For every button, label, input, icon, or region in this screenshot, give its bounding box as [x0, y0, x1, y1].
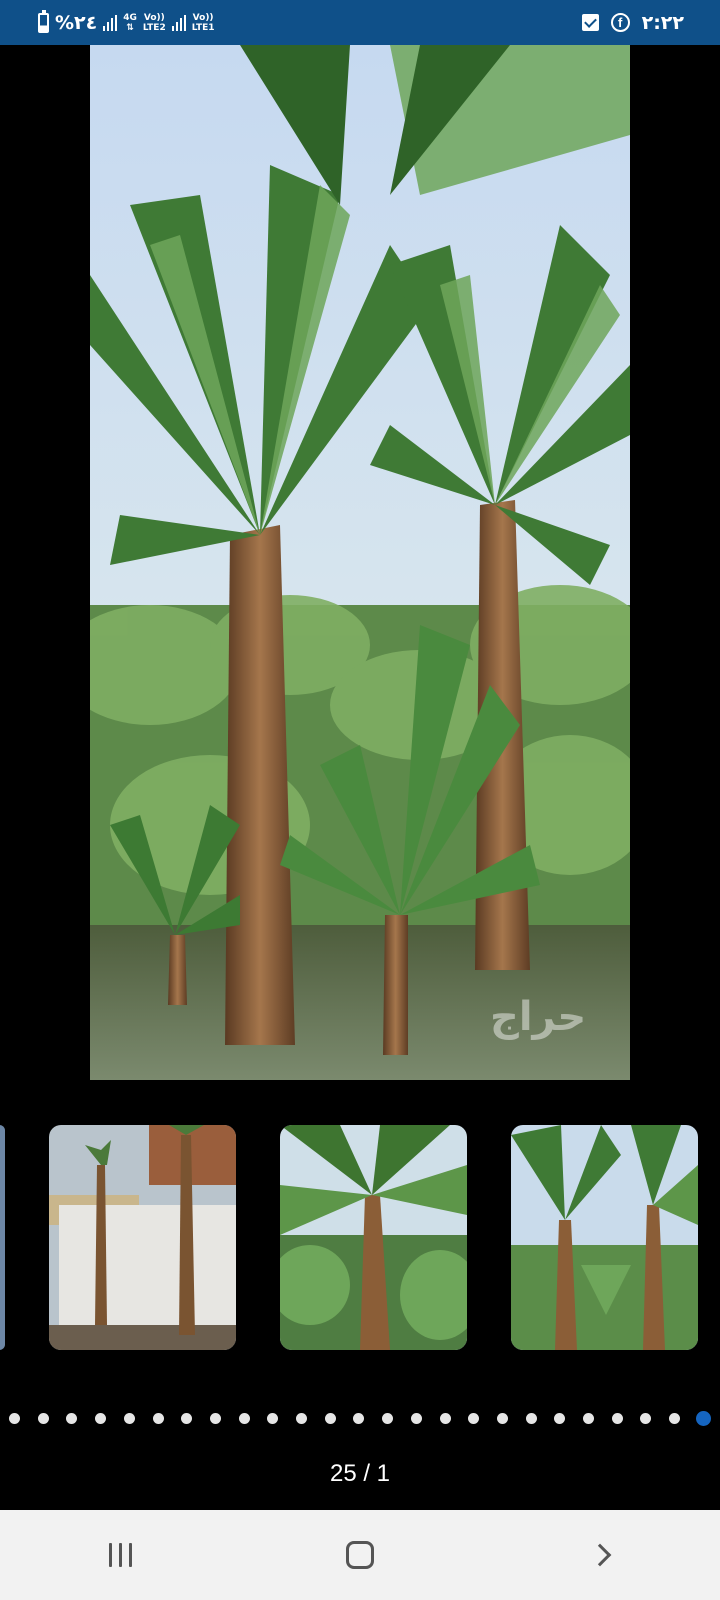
pagination-dot[interactable]	[152, 1413, 164, 1424]
palm-trees-fan-thumb	[511, 1125, 698, 1350]
palm-trees-building-thumb	[49, 1125, 236, 1350]
checkbox-notification-icon	[581, 14, 599, 31]
pagination-dot-active[interactable]	[695, 1411, 711, 1426]
battery-icon	[38, 9, 49, 33]
home-button[interactable]	[320, 1525, 400, 1585]
pagination-dot[interactable]	[296, 1413, 307, 1424]
network-4g-label: 4G ⇅	[123, 12, 137, 33]
signal-icon	[103, 14, 118, 31]
status-bar: %٢٤ 4G ⇅ Vo)) LTE2 Vo)) LTE1 f ٢:٢٢	[0, 0, 720, 45]
palm-trees-grove-thumb	[280, 1125, 467, 1350]
home-icon	[346, 1541, 374, 1569]
status-left: %٢٤ 4G ⇅ Vo)) LTE2 Vo)) LTE1	[38, 9, 215, 34]
recents-button[interactable]	[80, 1525, 160, 1585]
thumbnail-strip	[0, 1125, 720, 1350]
network-lte1-label: Vo)) LTE1	[191, 12, 215, 33]
facebook-icon: f	[610, 13, 630, 32]
battery-percent: %٢٤	[55, 11, 98, 34]
back-button[interactable]	[560, 1525, 640, 1585]
recents-icon	[108, 1543, 132, 1567]
pagination-dot[interactable]	[181, 1413, 193, 1424]
pagination-dot[interactable]	[525, 1413, 537, 1424]
thumbnail-1[interactable]	[49, 1125, 236, 1350]
pagination-dot[interactable]	[468, 1413, 480, 1424]
pagination-dot[interactable]	[37, 1413, 49, 1424]
pagination-dot[interactable]	[640, 1413, 652, 1424]
pagination-dot[interactable]	[554, 1413, 566, 1424]
pagination-dot[interactable]	[410, 1413, 422, 1424]
pagination-dot[interactable]	[439, 1413, 451, 1424]
pagination-dot[interactable]	[238, 1413, 250, 1424]
back-icon	[588, 1543, 612, 1567]
pagination-dot[interactable]	[66, 1413, 78, 1424]
pagination-dots	[0, 1410, 720, 1426]
pagination-dot[interactable]	[583, 1413, 594, 1424]
palm-trees-photo: حراج	[90, 45, 630, 1080]
pagination-dot[interactable]	[611, 1413, 623, 1424]
pagination-dot[interactable]	[669, 1413, 681, 1424]
pagination-dot[interactable]	[353, 1413, 365, 1424]
thumbnail-partial[interactable]	[0, 1125, 5, 1350]
navigation-bar	[0, 1510, 720, 1600]
page-counter: 25 / 1	[329, 1460, 391, 1487]
clock: ٢:٢٢	[641, 11, 684, 34]
pagination-dot[interactable]	[382, 1413, 394, 1424]
pagination-dot[interactable]	[496, 1413, 508, 1424]
thumbnail-2[interactable]	[280, 1125, 467, 1350]
network-volte-label: Vo)) LTE2	[142, 12, 166, 33]
pagination-dot[interactable]	[9, 1413, 20, 1424]
pagination-dot[interactable]	[209, 1413, 221, 1424]
pagination-dot[interactable]	[324, 1413, 336, 1424]
status-right: f ٢:٢٢	[581, 11, 684, 34]
pagination-dot[interactable]	[95, 1413, 107, 1424]
signal-icon-2	[171, 14, 186, 31]
pagination-dot[interactable]	[123, 1413, 135, 1424]
thumbnail-3[interactable]	[511, 1125, 698, 1350]
svg-text:حراج: حراج	[490, 994, 586, 1040]
pagination-dot[interactable]	[267, 1413, 279, 1424]
main-photo[interactable]: حراج	[90, 45, 630, 1080]
